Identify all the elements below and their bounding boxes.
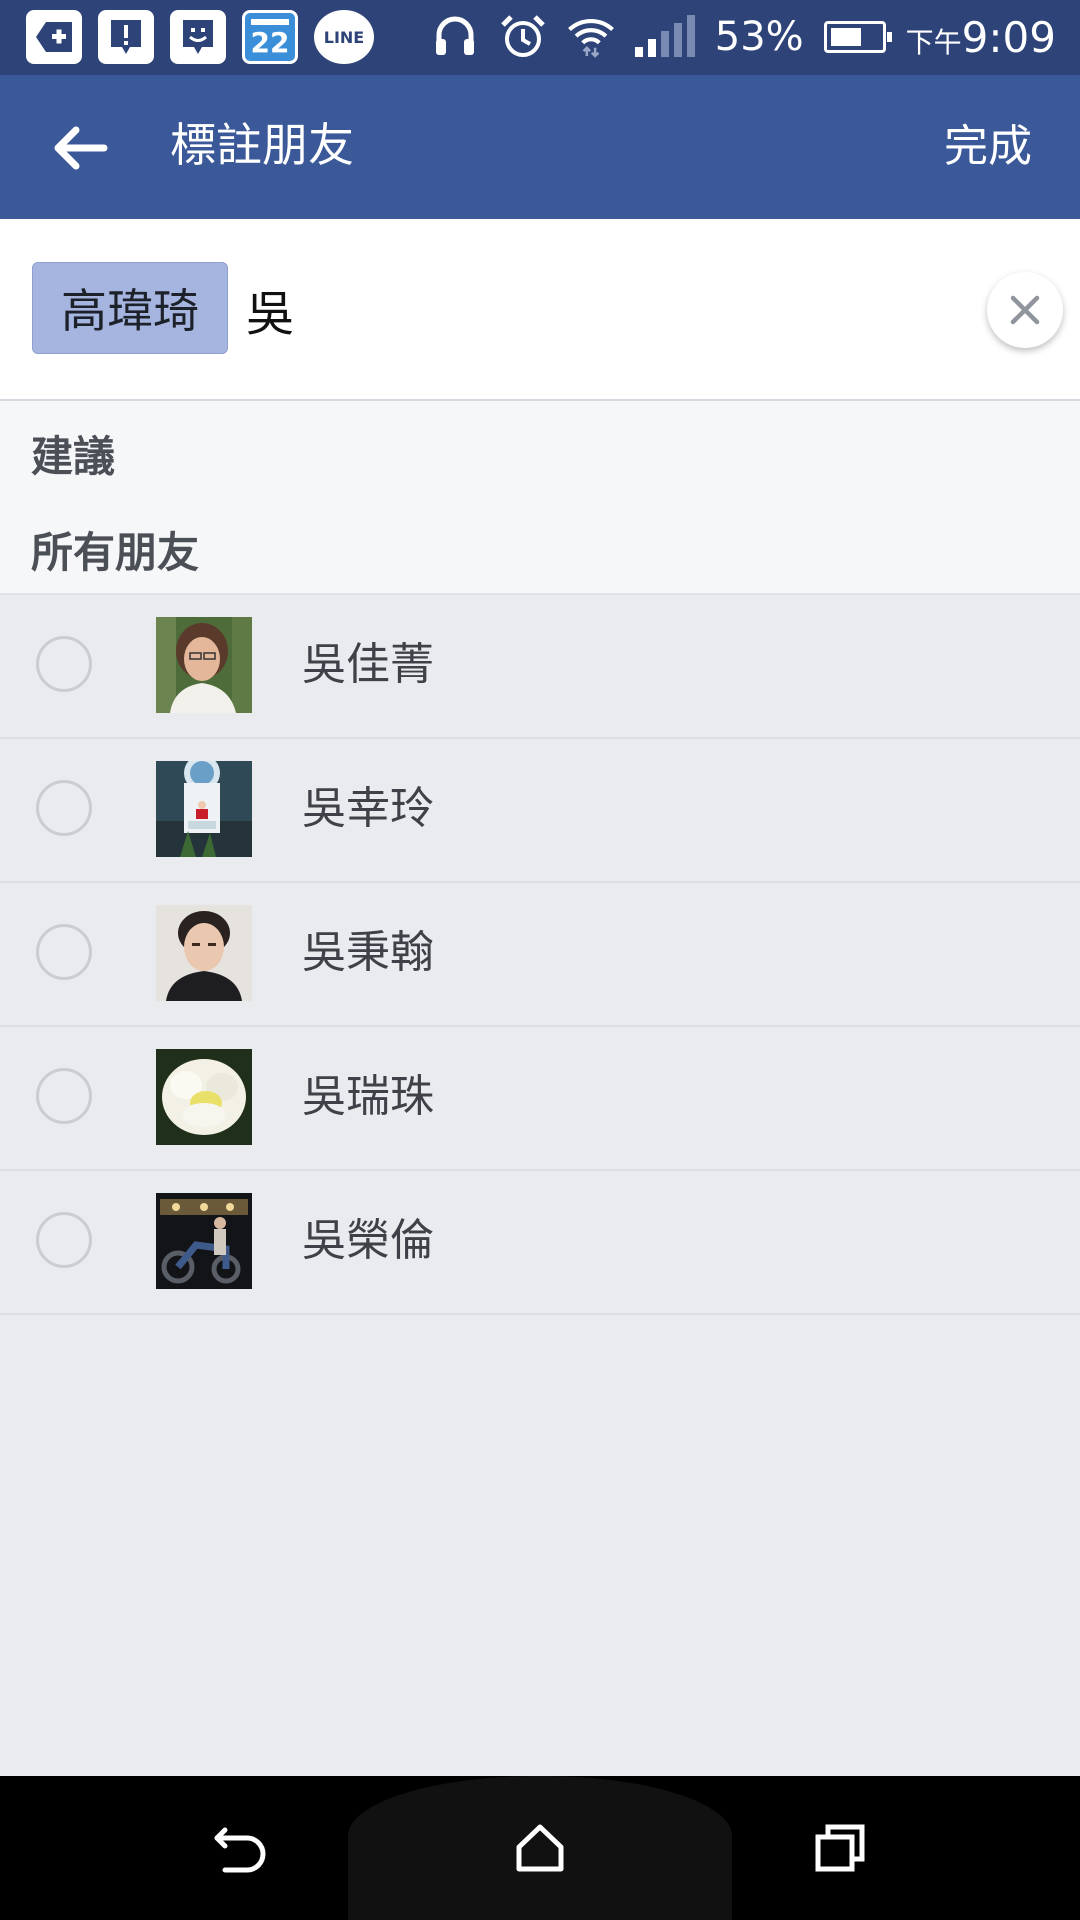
calendar-icon: 22 [242,10,298,64]
clock-label: 9:09 [961,12,1056,62]
battery-percent: 53% [714,14,804,60]
messenger-icon [170,10,226,64]
section-header-suggested: 建議 [31,432,116,481]
nav-home-button[interactable] [504,1812,576,1884]
section-headers: 建議 所有朋友 [0,401,1080,595]
select-radio[interactable] [36,636,92,692]
select-radio[interactable] [36,1212,92,1268]
line-label: LINE [323,27,365,47]
friend-row[interactable]: 吳榮倫 [0,1171,1080,1315]
headset-icon [431,10,479,64]
signal-icon [634,15,695,57]
status-system: 53% 下午 9:09 [431,10,1056,64]
friend-row[interactable]: 吳秉翰 [0,883,1080,1027]
friend-row[interactable]: 吳幸玲 [0,739,1080,883]
status-notifications: 22 LINE [26,10,374,64]
close-icon [1010,295,1040,325]
app-bar: 標註朋友 完成 [0,75,1080,219]
status-bar: 22 LINE 53% 下午 9:09 [0,0,1080,75]
friend-name: 吳幸玲 [302,783,434,834]
alert-icon [98,10,154,64]
nav-home-icon [516,1824,564,1872]
clear-button[interactable] [987,272,1063,348]
friend-name: 吳秉翰 [302,927,434,978]
friend-name: 吳佳菁 [302,639,434,690]
ampm-label: 下午 [905,25,962,59]
status-time: 下午 9:09 [906,13,1056,62]
alarm-icon [499,10,547,64]
avatar [156,1193,252,1289]
system-nav-bar [0,1776,1080,1920]
avatar [156,617,252,713]
calendar-day: 22 [250,25,290,59]
friend-row[interactable]: 吳瑞珠 [0,1027,1080,1171]
wifi-icon [567,10,615,64]
nav-back-icon [214,1827,266,1873]
done-button[interactable]: 完成 [944,119,1032,175]
friend-name: 吳瑞珠 [302,1071,434,1122]
search-input[interactable] [244,271,948,347]
tag-input-area: 高瑋琦 [0,219,1080,401]
battery-icon [823,21,892,53]
page-title: 標註朋友 [170,118,354,172]
selected-friend-chip[interactable]: 高瑋琦 [32,262,228,354]
avatar [156,761,252,857]
back-arrow-icon [54,126,108,170]
select-radio[interactable] [36,924,92,980]
nav-back-button[interactable] [204,1812,276,1884]
friend-list: 吳佳菁 吳幸玲 吳秉翰 吳瑞珠 吳榮倫 [0,595,1080,1315]
avatar [156,905,252,1001]
section-header-all-friends: 所有朋友 [31,528,200,577]
line-icon: LINE [314,10,374,64]
nav-recents-button[interactable] [804,1812,876,1884]
friend-row[interactable]: 吳佳菁 [0,595,1080,739]
select-radio[interactable] [36,780,92,836]
select-radio[interactable] [36,1068,92,1124]
add-notification-icon [26,10,82,64]
avatar [156,1049,252,1145]
friend-name: 吳榮倫 [302,1215,434,1266]
back-button[interactable] [40,113,120,183]
nav-recents-icon [815,1824,865,1872]
